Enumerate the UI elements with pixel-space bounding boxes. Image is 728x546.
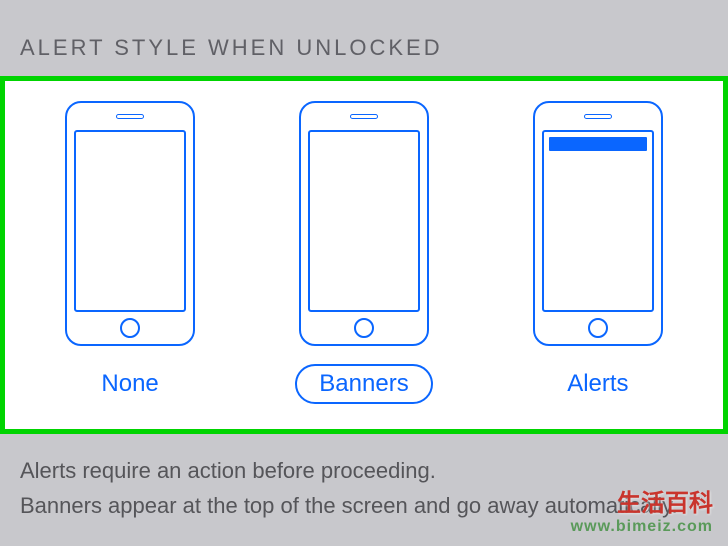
phone-screen-icon (74, 130, 186, 312)
phone-home-icon (120, 318, 140, 338)
section-header: ALERT STYLE WHEN UNLOCKED (0, 0, 728, 76)
phone-home-icon (588, 318, 608, 338)
watermark-title: 生活百科 (571, 483, 713, 518)
option-banners[interactable]: Banners (295, 101, 432, 404)
phone-options-row: None Banners Alerts (15, 101, 713, 404)
phone-home-icon (354, 318, 374, 338)
phone-icon-banners (299, 101, 429, 346)
alert-banner-icon (549, 137, 647, 151)
option-label-none: None (77, 364, 182, 404)
phone-speaker-icon (584, 114, 612, 119)
option-none[interactable]: None (65, 101, 195, 404)
option-alerts[interactable]: Alerts (533, 101, 663, 404)
phone-speaker-icon (350, 114, 378, 119)
option-label-alerts: Alerts (543, 364, 652, 404)
phone-icon-alerts (533, 101, 663, 346)
phone-icon-none (65, 101, 195, 346)
option-label-banners: Banners (295, 364, 432, 404)
phone-speaker-icon (116, 114, 144, 119)
watermark-url: www.bimeiz.com (571, 518, 713, 536)
phone-screen-icon (308, 130, 420, 312)
phone-screen-icon (542, 130, 654, 312)
alert-style-panel: None Banners Alerts (0, 76, 728, 434)
watermark: 生活百科 www.bimeiz.com (571, 483, 713, 536)
